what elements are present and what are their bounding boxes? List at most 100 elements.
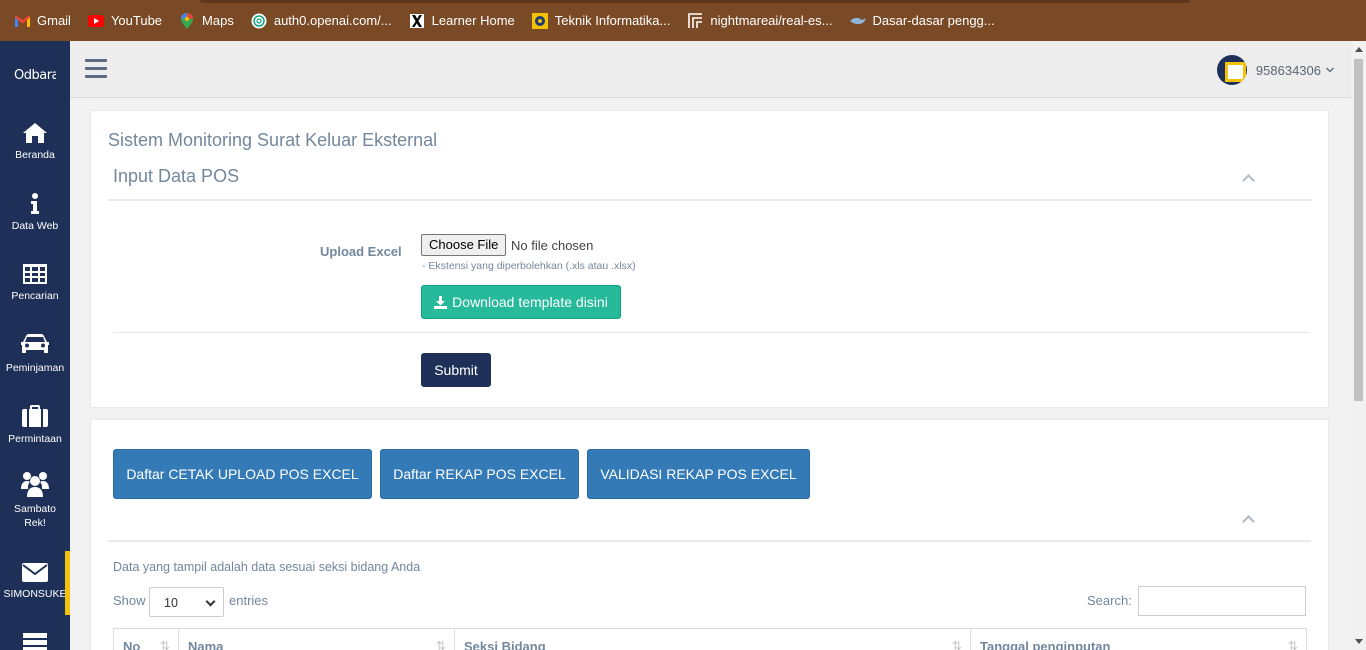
bookmark-learner-home[interactable]: Learner Home — [409, 13, 515, 29]
bookmark-gmail[interactable]: Gmail — [14, 13, 71, 29]
sidebar-item-label: Data Web — [11, 220, 59, 232]
column-header-tanggal[interactable]: Tanggal penginputan ⇅ — [971, 629, 1306, 650]
logo-mark: Odbara — [14, 68, 60, 83]
youtube-icon — [87, 13, 104, 29]
info-icon — [31, 193, 39, 214]
download-button-label: Download template disini — [452, 294, 608, 310]
sidebar-item-label: Permintaan — [8, 433, 62, 445]
sidebar-item-more[interactable] — [0, 633, 70, 650]
sort-icon: ⇅ — [435, 639, 446, 650]
submit-button[interactable]: Submit — [421, 353, 491, 387]
bookmark-label: auth0.openai.com/... — [273, 13, 392, 28]
bird-icon — [849, 13, 866, 29]
search-input[interactable] — [1138, 586, 1306, 616]
sidebar-item-peminjaman[interactable]: Peminjaman — [0, 334, 70, 375]
info-text: Data yang tampil adalah data sesuai seks… — [113, 560, 421, 574]
bookmark-label: Dasar-dasar pengg... — [872, 13, 995, 28]
sidebar-item-beranda[interactable]: Beranda — [0, 123, 70, 162]
envelope-icon — [22, 563, 48, 582]
app-logo[interactable]: Odbara — [14, 63, 60, 83]
avatar — [1216, 55, 1247, 85]
page-scrollbar[interactable] — [1351, 41, 1366, 650]
bookmark-maps[interactable]: Maps — [179, 12, 234, 29]
daftar-rekap-button[interactable]: Daftar REKAP POS EXCEL — [380, 449, 579, 499]
bookmark-auth0[interactable]: auth0.openai.com/... — [251, 13, 392, 29]
university-icon — [531, 12, 548, 29]
openai-icon — [251, 13, 267, 29]
download-template-button[interactable]: Download template disini — [421, 285, 621, 319]
collapse-chevron-up-icon[interactable] — [1242, 172, 1254, 184]
bookmark-label: Maps — [202, 13, 234, 28]
sidebar: Odbara Beranda Data Web Pencarian Peminj… — [0, 41, 70, 650]
collapse-chevron-up-icon[interactable] — [1242, 513, 1254, 525]
username: 958634306 — [1255, 62, 1321, 78]
sidebar-item-label: Sambato Rek! — [13, 503, 57, 529]
home-icon — [23, 123, 47, 143]
bookmark-teknik-informatika[interactable]: Teknik Informatika... — [531, 12, 671, 29]
svg-text:Odbara: Odbara — [14, 68, 56, 83]
scroll-down-arrow-icon[interactable] — [1355, 639, 1363, 644]
sort-icon: ⇅ — [951, 639, 962, 650]
sidebar-item-sambato-rek[interactable]: Sambato Rek! — [0, 471, 70, 530]
validasi-rekap-button[interactable]: VALIDASI REKAP POS EXCEL — [587, 449, 810, 499]
bookmark-youtube[interactable]: YouTube — [87, 13, 162, 29]
search-label: Search: — [1087, 593, 1132, 608]
page-title: Sistem Monitoring Surat Keluar Eksternal — [108, 130, 438, 150]
choose-file-button[interactable]: Choose File — [421, 234, 507, 256]
column-header-no[interactable]: No ⇅ — [114, 629, 179, 650]
gmail-icon — [14, 13, 30, 29]
scroll-thumb[interactable] — [1354, 59, 1363, 401]
sort-icon: ⇅ — [1287, 639, 1298, 650]
briefcase-icon — [22, 405, 48, 427]
top-navbar: 958634306 — [70, 41, 1351, 98]
upload-excel-label: Upload Excel — [320, 244, 402, 259]
input-data-panel: Sistem Monitoring Surat Keluar Eksternal… — [90, 110, 1329, 408]
sidebar-item-simonsuke[interactable]: SIMONSUKE — [0, 563, 70, 601]
table-icon — [23, 264, 47, 284]
sidebar-item-data-web[interactable]: Data Web — [0, 193, 70, 233]
bookmark-label: Gmail — [37, 13, 71, 28]
daftar-cetak-upload-button[interactable]: Daftar CETAK UPLOAD POS EXCEL — [113, 449, 372, 499]
file-status-text: No file chosen — [511, 238, 594, 253]
sidebar-item-label: Pencarian — [11, 290, 59, 302]
scroll-up-arrow-icon[interactable] — [1355, 47, 1363, 52]
sort-asc-icon: ⇅ — [159, 639, 170, 650]
sidebar-item-pencarian[interactable]: Pencarian — [0, 264, 70, 303]
users-icon — [21, 472, 49, 497]
download-icon — [434, 295, 448, 309]
bookmarks-bar: Gmail YouTube Maps auth0.openai.com/... … — [0, 0, 1366, 41]
replicate-icon — [687, 13, 703, 29]
column-header-nama[interactable]: Nama ⇅ — [179, 629, 455, 650]
panel-divider — [108, 540, 1311, 542]
file-extension-hint: - Ekstensi yang diperbolehkan (.xls atau… — [422, 260, 636, 272]
car-icon — [21, 334, 49, 353]
sidebar-item-permintaan[interactable]: Permintaan — [0, 405, 70, 446]
panel-divider — [108, 199, 1311, 201]
address-bar-edge — [200, 0, 1190, 3]
table-header: No ⇅ Nama ⇅ Seksi Bidang ⇅ Tanggal pengi… — [113, 628, 1307, 650]
panel-title: Input Data POS — [113, 166, 240, 186]
sidebar-item-label: Beranda — [15, 149, 55, 161]
sidebar-item-label: SIMONSUKE — [3, 588, 67, 600]
x-icon — [409, 13, 425, 29]
bookmark-label: Teknik Informatika... — [554, 13, 671, 28]
entries-select[interactable]: 10 — [149, 587, 224, 617]
column-header-seksi-bidang[interactable]: Seksi Bidang ⇅ — [455, 629, 971, 650]
column-label: Nama — [188, 639, 224, 650]
bookmark-label: Learner Home — [431, 13, 515, 28]
column-label: No — [123, 639, 141, 650]
show-label: Show — [113, 593, 146, 608]
sidebar-item-label: Peminjaman — [5, 362, 65, 374]
entries-value: 10 — [164, 596, 178, 610]
maps-icon — [179, 12, 195, 29]
form-divider — [113, 332, 1308, 333]
active-indicator — [65, 551, 70, 615]
menu-toggle-icon[interactable] — [85, 59, 107, 79]
data-list-panel: Daftar CETAK UPLOAD POS EXCEL Daftar REK… — [90, 419, 1329, 650]
chevron-down-icon — [1326, 67, 1334, 73]
bookmark-label: nightmareai/real-es... — [710, 13, 833, 28]
bookmark-dasar-dasar[interactable]: Dasar-dasar pengg... — [849, 13, 995, 29]
bookmark-nightmareai[interactable]: nightmareai/real-es... — [687, 13, 833, 29]
server-icon — [23, 633, 47, 650]
user-menu[interactable]: 958634306 — [1216, 55, 1335, 85]
